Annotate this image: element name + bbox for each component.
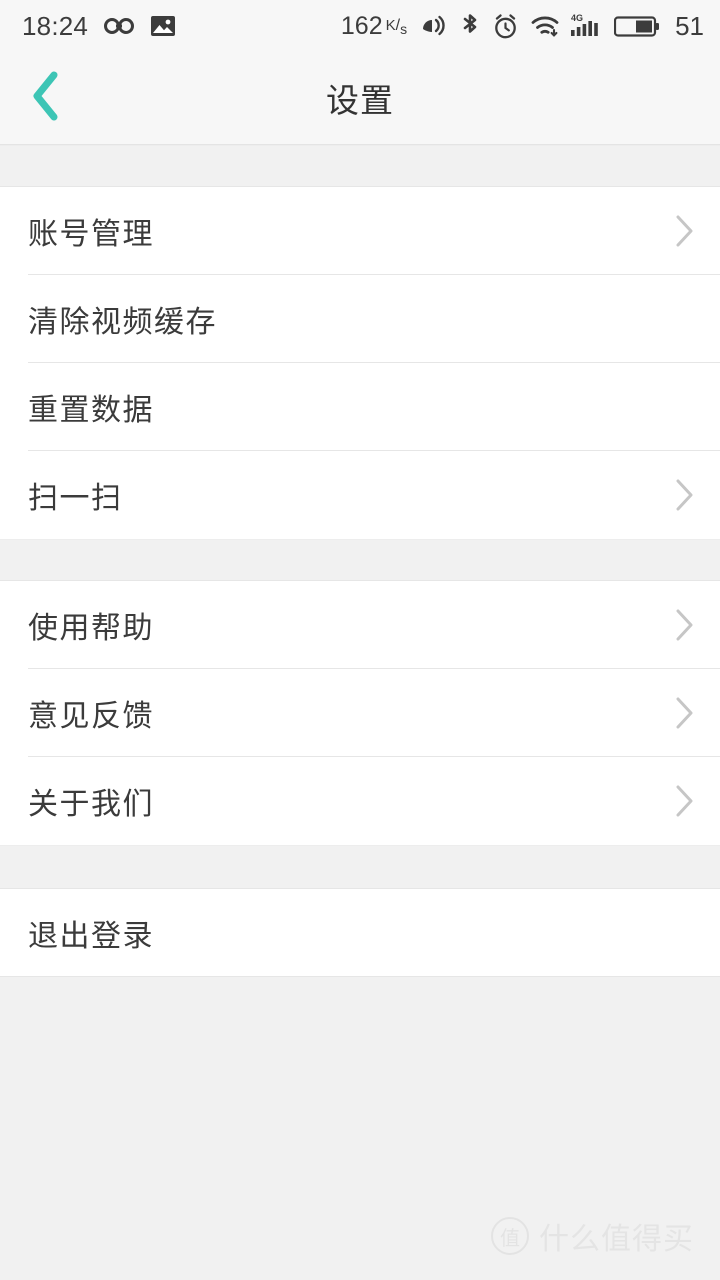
- chevron-right-icon: [670, 696, 698, 730]
- back-button[interactable]: [8, 52, 84, 144]
- row-label: 清除视频缓存: [28, 306, 217, 339]
- status-clock: 18:24: [22, 10, 89, 41]
- settings-row-account-management[interactable]: 账号管理: [0, 187, 720, 275]
- row-label: 重置数据: [28, 394, 154, 427]
- section-gap-top: [0, 145, 720, 187]
- settings-row-help[interactable]: 使用帮助: [0, 581, 720, 669]
- section-gap-bottom: [0, 845, 720, 889]
- row-label: 扫一扫: [28, 482, 123, 515]
- row-label: 意见反馈: [28, 700, 154, 733]
- battery-icon: [614, 14, 660, 39]
- settings-row-clear-video-cache[interactable]: 清除视频缓存: [0, 275, 720, 363]
- chevron-left-icon: [28, 69, 64, 128]
- row-label: 关于我们: [28, 788, 154, 821]
- chevron-right-icon: [670, 478, 698, 512]
- status-bar-left: 18:24: [22, 11, 176, 42]
- settings-row-logout[interactable]: 退出登录: [0, 889, 720, 977]
- svg-text:4G: 4G: [571, 13, 583, 23]
- row-label: 退出登录: [28, 920, 154, 953]
- page-title: 设置: [326, 82, 394, 119]
- infinity-icon: [102, 15, 136, 37]
- status-bar-right: 162 K/s 4G 51: [341, 11, 704, 42]
- settings-group-account: 账号管理 清除视频缓存 重置数据 扫一扫: [0, 187, 720, 539]
- vibrate-icon: [420, 13, 448, 39]
- signal-4g-icon: 4G: [571, 12, 603, 40]
- image-icon: [150, 14, 176, 38]
- row-label: 使用帮助: [28, 612, 154, 645]
- chevron-right-icon: [670, 784, 698, 818]
- settings-row-feedback[interactable]: 意见反馈: [0, 669, 720, 757]
- alarm-icon: [492, 13, 519, 40]
- settings-row-reset-data[interactable]: 重置数据: [0, 363, 720, 451]
- battery-level-label: 51: [675, 10, 704, 41]
- bluetooth-icon: [459, 12, 481, 40]
- status-bar: 18:24 162 K/s 4G 51: [0, 0, 720, 52]
- settings-group-session: 退出登录: [0, 889, 720, 977]
- settings-row-about-us[interactable]: 关于我们: [0, 757, 720, 845]
- settings-row-scan[interactable]: 扫一扫: [0, 451, 720, 539]
- app-header: 设置: [0, 52, 720, 145]
- network-speed-unit: K/s: [385, 16, 408, 37]
- section-gap-middle: [0, 539, 720, 581]
- network-speed-indicator: 162 K/s: [341, 12, 407, 41]
- network-speed-value: 162: [340, 11, 383, 40]
- row-label: 账号管理: [28, 218, 154, 251]
- chevron-right-icon: [670, 214, 698, 248]
- wifi-icon: [530, 13, 560, 39]
- page-background-filler: [0, 976, 720, 1280]
- settings-group-support: 使用帮助 意见反馈 关于我们: [0, 581, 720, 845]
- chevron-right-icon: [670, 608, 698, 642]
